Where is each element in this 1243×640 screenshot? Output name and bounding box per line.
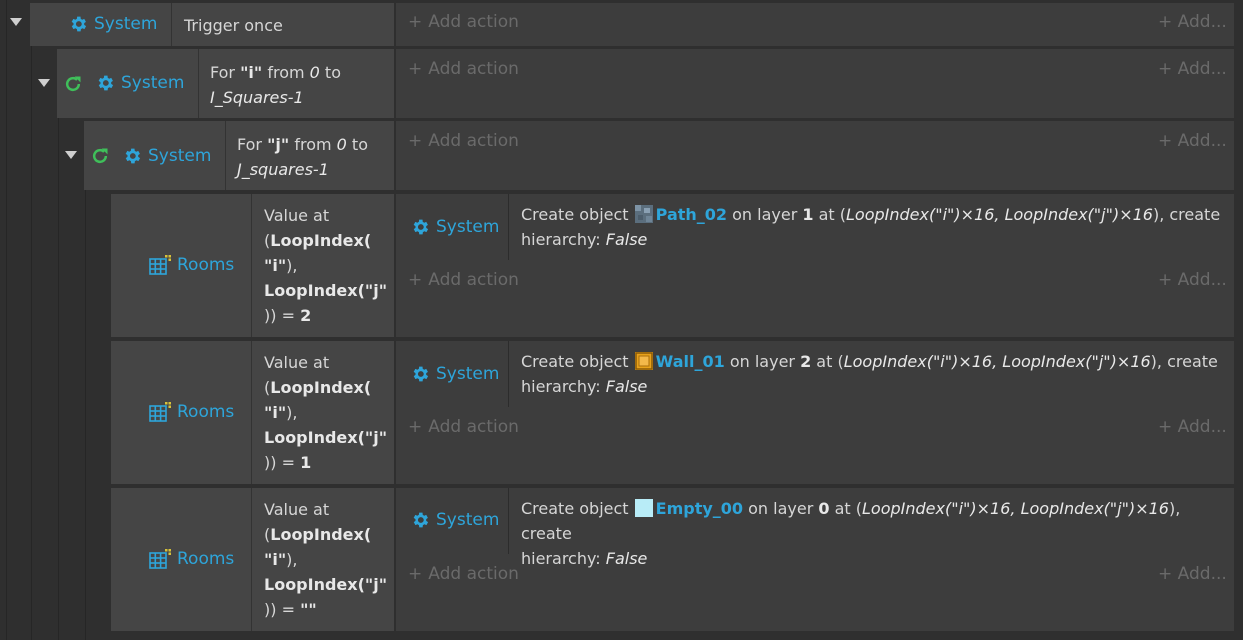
condition-object-label: System <box>148 146 212 166</box>
condition-block[interactable]: Rooms Value at (LoopIndex( "i"), LoopInd… <box>111 488 396 631</box>
condition-object-label: System <box>94 14 158 34</box>
event-rooms-value-1[interactable]: Rooms Value at (LoopIndex( "i"), LoopInd… <box>111 341 1234 484</box>
loop-icon <box>65 76 81 92</box>
action-target-object: Empty_00 <box>655 499 744 518</box>
gear-icon <box>125 148 141 164</box>
add-action-link[interactable]: + Add action <box>408 59 519 79</box>
event-sheet: System Trigger once + Add action + Add...… <box>0 0 1243 640</box>
condition-block[interactable]: Rooms Value at (LoopIndex( "i"), LoopInd… <box>111 194 396 337</box>
collapse-arrow-icon[interactable] <box>10 18 22 26</box>
condition-text: Trigger once <box>184 16 283 35</box>
grid-icon <box>149 549 171 569</box>
action-text[interactable]: Create object Path_02 on layer 1 at (Loo… <box>521 202 1221 252</box>
empty-tile-icon <box>634 499 653 517</box>
condition-object-label: Rooms <box>177 402 235 422</box>
add-action-link[interactable]: + Add action <box>408 564 519 584</box>
collapse-arrow-icon[interactable] <box>38 79 50 87</box>
actions-block[interactable]: + Add action + Add... <box>396 3 1234 46</box>
add-action-link[interactable]: + Add action <box>408 131 519 151</box>
condition-text: Value at (LoopIndex( "i"), LoopIndex("j"… <box>264 353 388 472</box>
condition-text: For "j" from 0 to J_squares-1 <box>237 135 368 179</box>
action-object-system[interactable]: System <box>410 364 499 384</box>
condition-object-system[interactable]: System <box>122 146 211 166</box>
condition-object-label: System <box>121 73 185 93</box>
condition-object-rooms[interactable]: Rooms <box>149 402 234 422</box>
grid-icon <box>149 402 171 422</box>
condition-block[interactable]: System Trigger once <box>30 3 396 46</box>
condition-object-system[interactable]: System <box>68 14 157 34</box>
indent-line <box>6 0 7 640</box>
condition-text: For "i" from 0 to I_Squares-1 <box>210 63 341 107</box>
add-more-link[interactable]: + Add... <box>1158 131 1227 151</box>
condition-object-label: Rooms <box>177 255 235 275</box>
event-for-i[interactable]: System For "i" from 0 to I_Squares-1 + Ad… <box>57 49 1234 118</box>
add-action-link[interactable]: + Add action <box>408 417 519 437</box>
add-more-link[interactable]: + Add... <box>1158 270 1227 290</box>
gear-icon <box>413 366 429 382</box>
add-more-link[interactable]: + Add... <box>1158 417 1227 437</box>
action-text[interactable]: Create object Wall_01 on layer 2 at (Loo… <box>521 349 1221 399</box>
condition-block[interactable]: System For "i" from 0 to I_Squares-1 <box>57 49 396 118</box>
wall-tile-icon <box>634 352 653 370</box>
loop-icon <box>92 148 108 164</box>
collapse-arrow-icon[interactable] <box>65 151 77 159</box>
event-for-j[interactable]: System For "j" from 0 to J_squares-1 + Ad… <box>84 121 1234 190</box>
action-object-system[interactable]: System <box>410 217 499 237</box>
gear-icon <box>413 512 429 528</box>
event-rooms-value-2[interactable]: Rooms Value at (LoopIndex( "i"), LoopInd… <box>111 194 1234 337</box>
gear-icon <box>98 75 114 91</box>
actions-block[interactable]: System Create object Empty_00 on layer 0… <box>396 488 1234 631</box>
condition-block[interactable]: Rooms Value at (LoopIndex( "i"), LoopInd… <box>111 341 396 484</box>
event-trigger-once[interactable]: System Trigger once + Add action + Add... <box>30 3 1234 46</box>
path-tile-icon <box>634 205 653 223</box>
add-more-link[interactable]: + Add... <box>1158 59 1227 79</box>
gear-icon <box>413 219 429 235</box>
add-more-link[interactable]: + Add... <box>1158 564 1227 584</box>
condition-text: Value at (LoopIndex( "i"), LoopIndex("j"… <box>264 206 388 325</box>
add-more-link[interactable]: + Add... <box>1158 12 1227 32</box>
gear-icon <box>71 16 87 32</box>
condition-block[interactable]: System For "j" from 0 to J_squares-1 <box>84 121 396 190</box>
grid-icon <box>149 255 171 275</box>
actions-block[interactable]: System Create object Path_02 on layer 1 … <box>396 194 1234 337</box>
action-target-object: Path_02 <box>655 205 728 224</box>
action-text[interactable]: Create object Empty_00 on layer 0 at (Lo… <box>521 496 1221 571</box>
add-action-link[interactable]: + Add action <box>408 270 519 290</box>
indent-line <box>85 190 86 640</box>
condition-object-rooms[interactable]: Rooms <box>149 549 234 569</box>
actions-block[interactable]: + Add action + Add... <box>396 121 1234 190</box>
action-object-system[interactable]: System <box>410 510 499 530</box>
add-action-link[interactable]: + Add action <box>408 12 519 32</box>
indent-line <box>58 118 59 640</box>
condition-object-rooms[interactable]: Rooms <box>149 255 234 275</box>
actions-block[interactable]: + Add action + Add... <box>396 49 1234 118</box>
indent-line <box>31 46 32 640</box>
actions-block[interactable]: System Create object Wall_01 on layer 2 … <box>396 341 1234 484</box>
condition-object-system[interactable]: System <box>95 73 184 93</box>
condition-object-label: Rooms <box>177 549 235 569</box>
action-target-object: Wall_01 <box>655 352 725 371</box>
event-rooms-value-empty[interactable]: Rooms Value at (LoopIndex( "i"), LoopInd… <box>111 488 1234 631</box>
condition-text: Value at (LoopIndex( "i"), LoopIndex("j"… <box>264 500 388 619</box>
